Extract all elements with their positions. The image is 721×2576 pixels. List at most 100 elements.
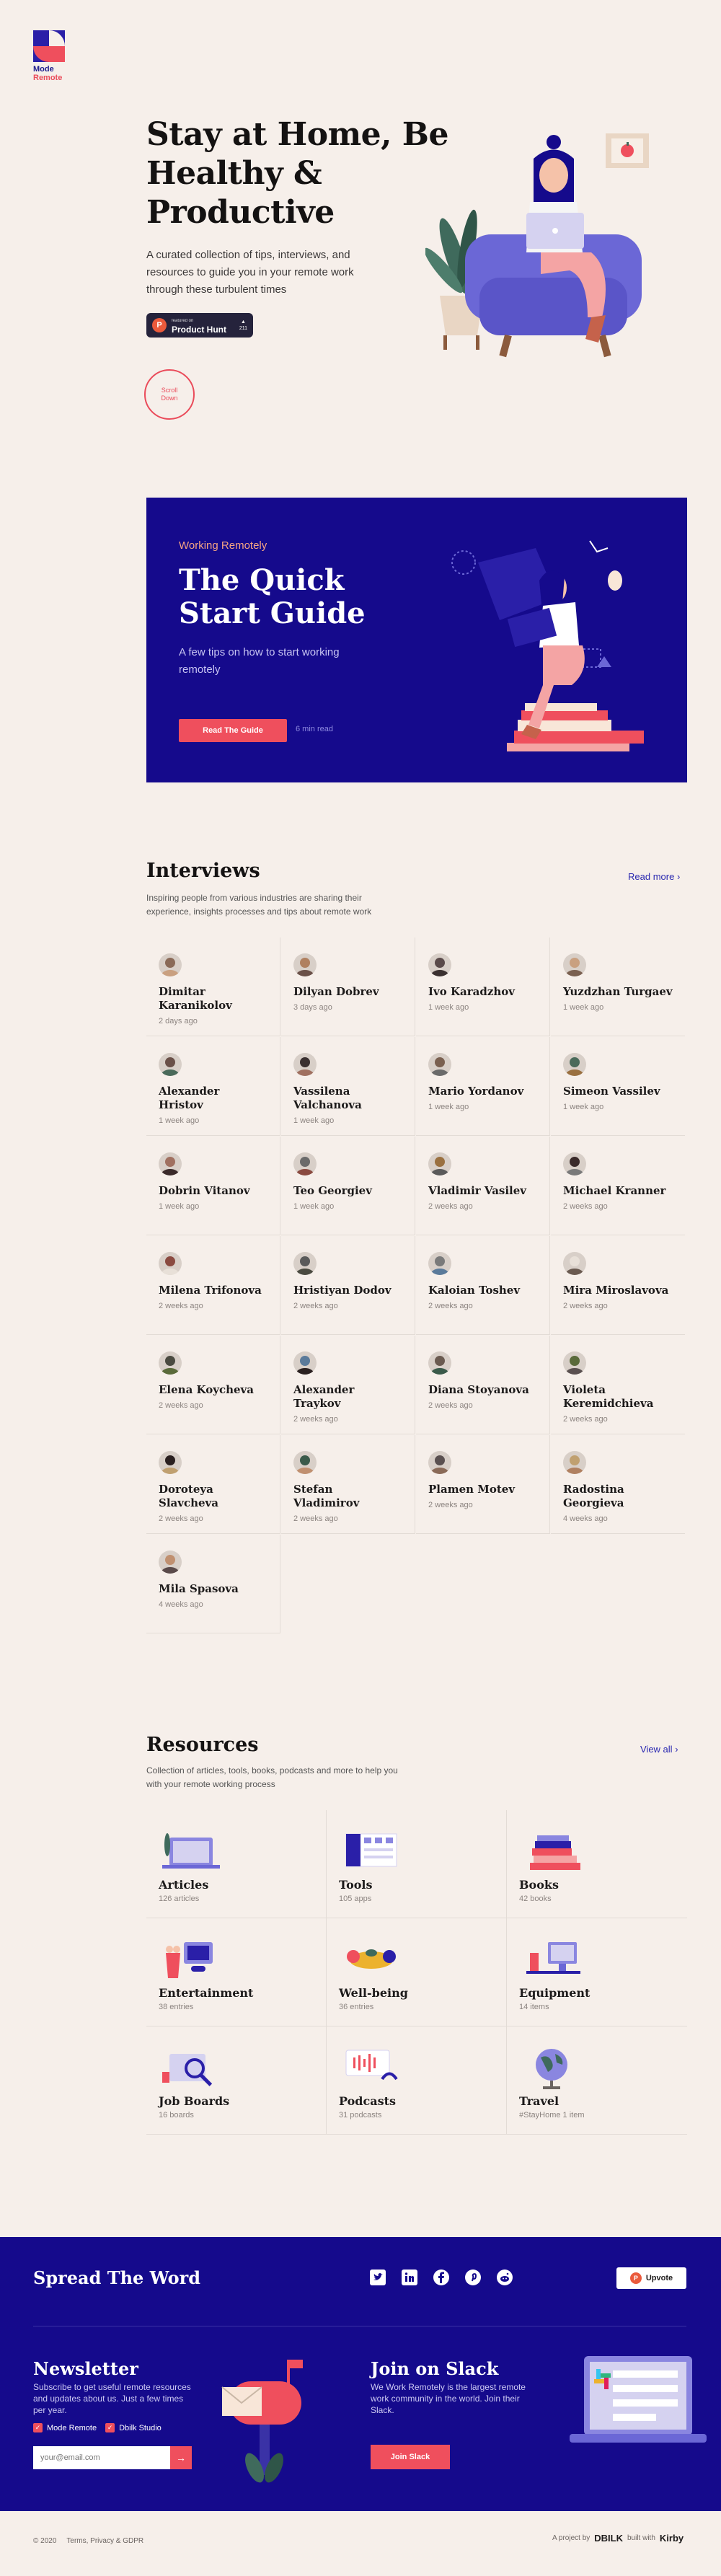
interview-card[interactable]: Alexander Traykov 2 weeks ago [281,1336,415,1434]
interview-card[interactable]: Dobrin Vitanov 1 week ago [146,1137,280,1235]
avatar [563,953,586,976]
interview-card[interactable]: Alexander Hristov 1 week ago [146,1037,280,1136]
hero-title: Stay at Home, Be Healthy & Productive [146,116,448,231]
newsletter-title: Newsletter [33,2358,138,2379]
email-input[interactable] [33,2446,170,2469]
resource-name: Podcasts [339,2094,396,2108]
resource-card-job-boards[interactable]: Job Boards 16 boards [146,2026,327,2135]
interview-date: 1 week ago [293,1116,335,1125]
avatar [563,1053,586,1076]
terms-link[interactable]: Terms, Privacy & GDPR [66,2537,143,2545]
avatar [293,1252,317,1275]
interview-card[interactable]: Teo Georgiev 1 week ago [281,1137,415,1235]
pinterest-icon[interactable] [464,2269,482,2286]
resource-name: Travel [519,2094,559,2108]
interview-card[interactable]: Mario Yordanov 1 week ago [416,1037,550,1136]
avatar [159,1451,182,1474]
interviewee-name: Diana Stoyanova [428,1383,529,1396]
interview-card[interactable]: Mila Spasova 4 weeks ago [146,1535,280,1633]
avatar [159,1551,182,1574]
interview-date: 2 weeks ago [563,1302,608,1310]
interview-card[interactable]: Dilyan Dobrev 3 days ago [281,938,415,1036]
chevron-right-icon: › [676,871,681,882]
interview-card[interactable]: Yuzdzhan Turgaev 1 week ago [551,938,685,1036]
interview-card[interactable]: Plamen Motev 2 weeks ago [416,1435,550,1534]
interview-card[interactable]: Michael Kranner 2 weeks ago [551,1137,685,1235]
scroll-down-label: Scroll Down [161,387,178,402]
subscribe-arrow-button[interactable]: → [170,2446,192,2469]
checkbox-label: Mode Remote [47,2423,97,2432]
resource-card-travel[interactable]: Travel #StayHome 1 item [507,2026,687,2135]
resource-icon [159,2039,224,2090]
avatar [428,1152,451,1175]
resource-icon [159,1823,224,1874]
checkbox-dbilk-studio[interactable]: ✓ Dbilk Studio [105,2423,162,2432]
interview-date: 2 weeks ago [428,1202,473,1211]
resource-count: 42 books [519,1894,552,1903]
read-guide-button[interactable]: Read The Guide [179,719,287,742]
resource-card-equipment[interactable]: Equipment 14 items [507,1918,687,2026]
interviewee-name: Michael Kranner [563,1184,666,1197]
interview-card[interactable]: Milena Trifonova 2 weeks ago [146,1236,280,1335]
resource-card-well-being[interactable]: Well-being 36 entries [327,1918,507,2026]
resource-icon [519,1931,584,1982]
checkbox-mode-remote[interactable]: ✓ Mode Remote [33,2423,97,2432]
interview-date: 2 weeks ago [563,1415,608,1424]
view-all-label: View all [640,1744,673,1755]
interview-card[interactable]: Vladimir Vasilev 2 weeks ago [416,1137,550,1235]
site-logo[interactable]: Mode Remote [33,30,76,82]
resource-name: Articles [159,1878,209,1892]
dbilk-logo[interactable]: DBILK [594,2533,623,2544]
slack-title: Join on Slack [371,2358,499,2379]
resource-icon [339,1931,404,1982]
join-slack-button[interactable]: Join Slack [371,2445,450,2469]
avatar [428,953,451,976]
interview-card[interactable]: Elena Koycheva 2 weeks ago [146,1336,280,1434]
resource-name: Entertainment [159,1986,254,2000]
interview-card[interactable]: Dimitar Karanikolov 2 days ago [146,938,280,1036]
interview-card[interactable]: Ivo Karadzhov 1 week ago [416,938,550,1036]
product-hunt-badge[interactable]: P featured on Product Hunt ▲ 211 [146,313,253,338]
interview-date: 1 week ago [563,1103,604,1111]
interview-card[interactable]: Mira Miroslavova 2 weeks ago [551,1236,685,1335]
avatar [293,1351,317,1375]
resource-count: 16 boards [159,2111,194,2120]
interviewee-name: Plamen Motev [428,1483,516,1496]
interview-card[interactable]: Hristiyan Dodov 2 weeks ago [281,1236,415,1335]
interview-card[interactable]: Violeta Keremidchieva 2 weeks ago [551,1336,685,1434]
interview-date: 2 weeks ago [293,1514,338,1523]
resources-view-all-link[interactable]: View all › [640,1744,678,1755]
resource-card-books[interactable]: Books 42 books [507,1810,687,1918]
facebook-icon[interactable] [433,2269,450,2286]
resource-card-articles[interactable]: Articles 126 articles [146,1810,327,1918]
quick-start-description: A few tips on how to start working remot… [179,646,340,676]
avatar [159,1152,182,1175]
resource-card-tools[interactable]: Tools 105 apps [327,1810,507,1918]
interview-card[interactable]: Kaloian Toshev 2 weeks ago [416,1236,550,1335]
slack-description: We Work Remotely is the largest remote w… [371,2382,526,2415]
resource-card-entertainment[interactable]: Entertainment 38 entries [146,1918,327,2026]
resource-card-podcasts[interactable]: Podcasts 31 podcasts [327,2026,507,2135]
linkedin-icon[interactable] [401,2269,418,2286]
credits: A project by DBILK built with Kirby [552,2533,684,2544]
interview-card[interactable]: Doroteya Slavcheva 2 weeks ago [146,1435,280,1534]
interview-card[interactable]: Diana Stoyanova 2 weeks ago [416,1336,550,1434]
scroll-down-button[interactable]: Scroll Down [144,369,195,420]
avatar [563,1152,586,1175]
hero-subtitle: A curated collection of tips, interviews… [146,249,354,296]
resources-title: Resources [146,1734,259,1756]
interview-date: 1 week ago [428,1103,469,1111]
interviews-read-more-link[interactable]: Read more › [628,871,680,882]
reddit-icon[interactable] [496,2269,513,2286]
interview-date: 2 days ago [159,1017,198,1025]
badge-count: 211 [239,326,247,331]
interview-card[interactable]: Simeon Vassilev 1 week ago [551,1037,685,1136]
kirby-logo[interactable]: Kirby [660,2533,684,2544]
interview-card[interactable]: Stefan Vladimirov 2 weeks ago [281,1435,415,1534]
interview-card[interactable]: Vassilena Valchanova 1 week ago [281,1037,415,1136]
spread-title: Spread The Word [33,2267,201,2288]
upvote-button[interactable]: P Upvote [616,2267,686,2289]
resource-count: 38 entries [159,2003,194,2011]
interview-card[interactable]: Radostina Georgieva 4 weeks ago [551,1435,685,1534]
twitter-icon[interactable] [369,2269,386,2286]
